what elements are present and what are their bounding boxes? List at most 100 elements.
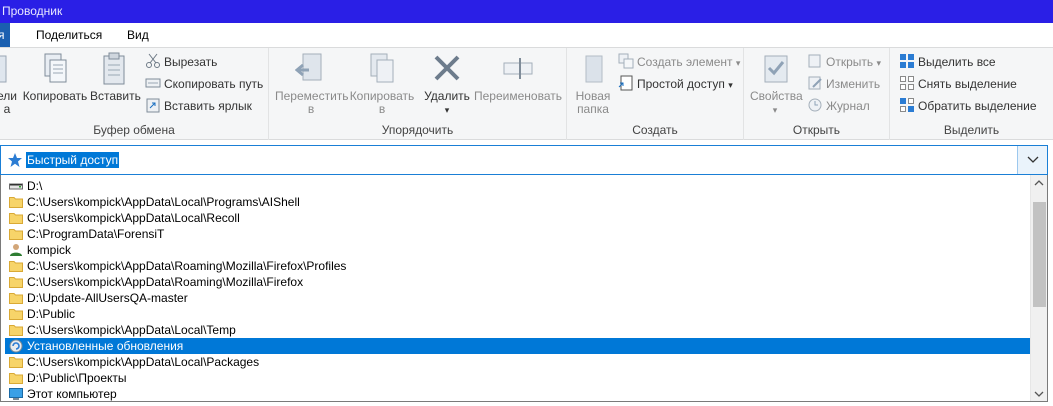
copy-path-button[interactable]: Скопировать путь	[145, 74, 263, 94]
address-history-dropdown: Этот компьютер D:\Public\Проекты C:\Users\…	[0, 175, 1048, 402]
rename-icon	[503, 58, 533, 79]
cut-button[interactable]: Вырезать	[145, 52, 217, 72]
tab-home[interactable]: я	[0, 23, 10, 47]
new-folder-icon	[585, 55, 603, 83]
dropdown-item-label: C:\Users\kompick\AppData\Roaming\Mozilla…	[27, 259, 347, 273]
history-icon	[808, 98, 822, 112]
easy-access-button[interactable]: Простой доступ ▾	[618, 74, 733, 94]
new-item-button[interactable]: Создать элемент ▾	[618, 52, 740, 72]
invert-selection-icon	[900, 98, 914, 112]
pin-icon	[0, 55, 7, 83]
copy-to-button[interactable]: Копировать в	[349, 52, 415, 116]
dropdown-item[interactable]: kompick	[5, 242, 1030, 258]
dropdown-item-label: Установленные обновления	[27, 339, 184, 353]
scroll-down-button[interactable]	[1031, 385, 1047, 401]
address-bar[interactable]: Быстрый доступ	[0, 145, 1048, 175]
properties-icon	[764, 55, 788, 83]
dropdown-item[interactable]: C:\Users\kompick\AppData\Roaming\Mozilla…	[5, 274, 1030, 290]
copy-path-icon	[145, 78, 161, 88]
dropdown-item[interactable]: Установленные обновления	[5, 338, 1030, 354]
rename-button[interactable]: Переименовать	[473, 52, 563, 103]
properties-button[interactable]: Свойства ▾	[750, 52, 803, 117]
dropdown-item-label: C:\Users\kompick\AppData\Roaming\Mozilla…	[27, 275, 304, 289]
open-icon	[808, 54, 821, 68]
dropdown-item-label: C:\Users\kompick\AppData\Local\Temp	[27, 323, 236, 337]
folder-icon	[9, 357, 23, 368]
scrollbar[interactable]	[1030, 175, 1047, 401]
copy-icon	[44, 53, 67, 83]
folder-icon	[9, 325, 23, 336]
dropdown-item[interactable]: D:\Public	[5, 306, 1030, 322]
dropdown-item[interactable]: D:\Public\Проекты	[5, 370, 1030, 386]
copy-to-icon	[370, 53, 394, 83]
pin-quick-access-button[interactable]: ели а	[0, 52, 20, 116]
dropdown-item[interactable]: C:\ProgramData\ForensiT	[5, 226, 1030, 242]
select-all-icon	[900, 54, 914, 68]
select-none-icon	[900, 76, 914, 90]
dropdown-item[interactable]: C:\Users\kompick\AppData\Local\Recoll	[5, 210, 1030, 226]
chevron-down-icon	[1034, 391, 1044, 397]
dropdown-item-label: C:\ProgramData\ForensiT	[27, 227, 165, 241]
clipboard-icon	[103, 52, 125, 85]
move-to-button[interactable]: Переместить в	[275, 52, 349, 116]
folder-icon	[9, 229, 23, 240]
folder-icon	[9, 277, 23, 288]
open-button[interactable]: Открыть ▾	[807, 52, 881, 72]
dropdown-item[interactable]: C:\Users\kompick\AppData\Roaming\Mozilla…	[5, 258, 1030, 274]
tab-view[interactable]: Вид	[127, 23, 149, 47]
dropdown-item-label: C:\Users\kompick\AppData\Local\Recoll	[27, 211, 240, 225]
address-input[interactable]: Быстрый доступ	[26, 152, 120, 168]
invert-selection-button[interactable]: Обратить выделение	[899, 96, 1037, 116]
chevron-down-icon	[1027, 156, 1039, 163]
folder-icon	[9, 197, 23, 208]
group-label-select: Выделить	[943, 123, 1000, 137]
edit-icon	[808, 76, 822, 90]
dropdown-item[interactable]: D:\	[5, 178, 1030, 194]
dropdown-item-label: D:\Update-AllUsersQA-master	[27, 291, 188, 305]
group-label-organize: Упорядочить	[381, 123, 454, 137]
dropdown-item-label: D:\Public	[27, 307, 76, 321]
paste-shortcut-icon	[146, 98, 160, 113]
history-button[interactable]: Журнал	[807, 96, 870, 116]
delete-x-icon	[434, 55, 460, 81]
scissors-icon	[146, 53, 160, 68]
folder-icon	[9, 309, 23, 320]
drive-icon	[9, 183, 23, 190]
address-dropdown-button[interactable]	[1017, 146, 1047, 174]
move-icon	[295, 53, 322, 81]
copy-button[interactable]: Копировать	[22, 52, 88, 103]
window-title: Проводник	[2, 4, 63, 18]
folder-icon	[9, 213, 23, 224]
dropdown-item[interactable]: C:\Users\kompick\AppData\Local\Packages	[5, 354, 1030, 370]
group-select: Выделить все Снять выделение Обратить вы…	[890, 48, 1053, 140]
folder-icon	[9, 261, 23, 272]
delete-button[interactable]: Удалить ▾	[423, 52, 471, 117]
dropdown-item-label: C:\Users\kompick\AppData\Local\Packages	[27, 355, 260, 369]
paste-button[interactable]: Вставить	[90, 52, 141, 103]
dropdown-item-label: kompick	[27, 243, 72, 257]
new-item-icon	[618, 53, 634, 69]
group-label-open: Открыть	[792, 123, 841, 137]
select-none-button[interactable]: Снять выделение	[899, 74, 1017, 94]
group-open: Свойства ▾ Открыть ▾ Изменить Журнал Откр…	[744, 48, 890, 140]
folder-icon	[9, 373, 23, 384]
new-folder-button[interactable]: Новая папка	[573, 52, 613, 116]
scroll-thumb[interactable]	[1033, 202, 1046, 307]
chevron-up-icon	[1034, 180, 1044, 186]
easy-access-icon	[618, 75, 633, 91]
folder-icon	[9, 293, 23, 304]
edit-button[interactable]: Изменить	[807, 74, 880, 94]
tab-share[interactable]: Поделиться	[36, 23, 102, 47]
paste-shortcut-button[interactable]: Вставить ярлык	[145, 96, 252, 116]
dropdown-item[interactable]: C:\Users\kompick\AppData\Local\Programs\…	[5, 194, 1030, 210]
dropdown-item-label: Этот компьютер	[27, 387, 117, 401]
dropdown-item[interactable]: C:\Users\kompick\AppData\Local\Temp	[5, 322, 1030, 338]
star-icon	[8, 153, 22, 167]
dropdown-item[interactable]: Этот компьютер	[5, 386, 1030, 401]
ribbon-tabs: я Поделиться Вид	[0, 23, 1053, 47]
select-all-button[interactable]: Выделить все	[899, 52, 996, 72]
dropdown-item[interactable]: D:\Update-AllUsersQA-master	[5, 290, 1030, 306]
dropdown-item-label: D:\Public\Проекты	[27, 371, 127, 385]
scroll-up-button[interactable]	[1031, 175, 1047, 192]
user-icon	[10, 244, 22, 256]
